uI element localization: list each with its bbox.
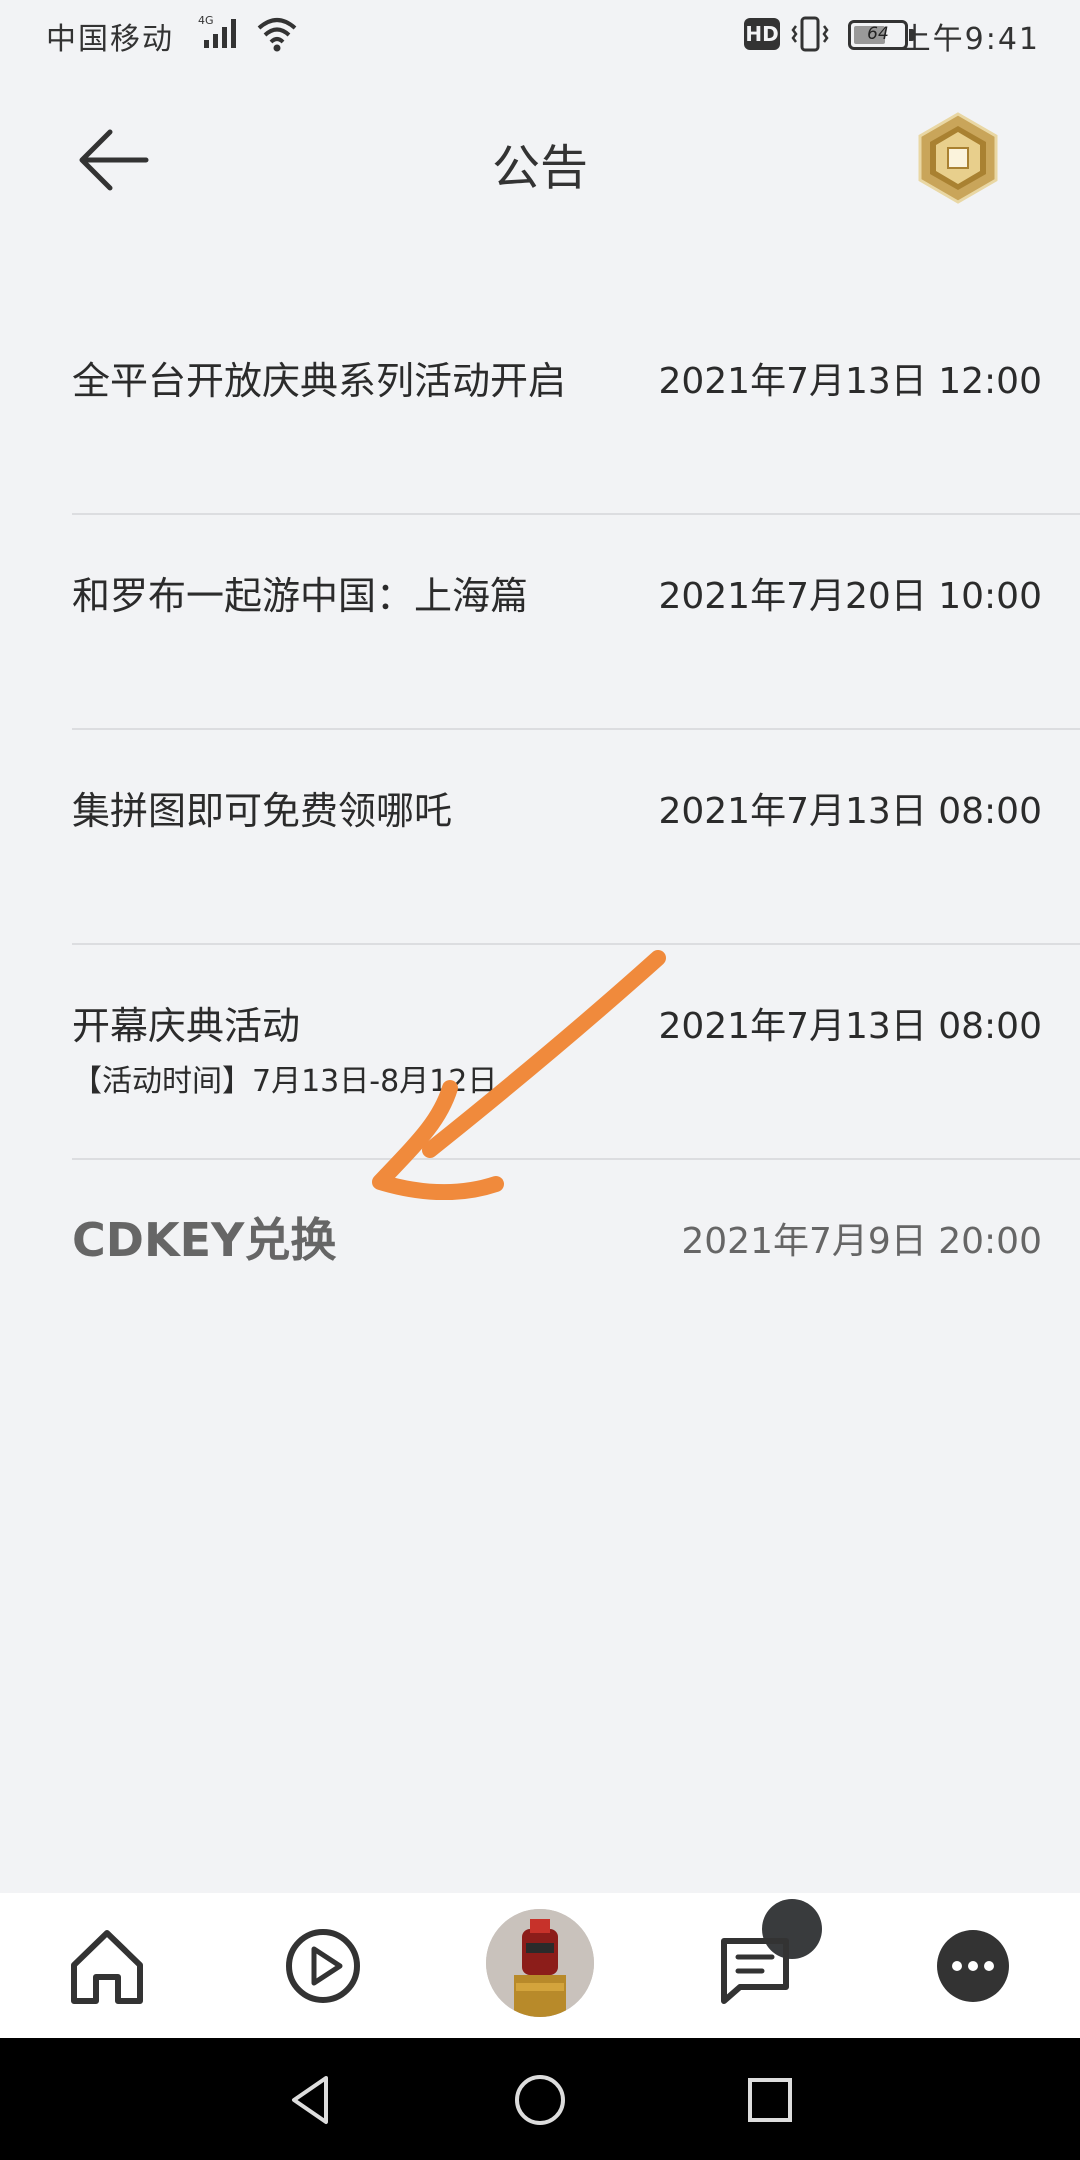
status-bar: 中国移动 4G HD 64 上午9:41 [0, 0, 1080, 70]
announcement-title: 和罗布一起游中国：上海篇 [72, 574, 529, 618]
header: 公告 [0, 90, 1080, 230]
play-icon[interactable] [278, 1921, 368, 2011]
more-icon[interactable] [928, 1921, 1018, 2011]
cellular-signal-icon: 4G [198, 14, 236, 48]
announcement-title: 全平台开放庆典系列活动开启 [72, 359, 567, 403]
home-circle-icon[interactable] [508, 2068, 572, 2132]
announcement-title: 集拼图即可免费领哪吒 [72, 789, 453, 833]
battery-icon: 64 [848, 20, 914, 50]
home-icon[interactable] [62, 1921, 152, 2011]
announcement-item[interactable]: 全平台开放庆典系列活动开启 2021年7月13日 12:00 [0, 300, 1080, 515]
avatar-image [486, 1909, 594, 2017]
announcement-date: 2021年7月13日 12:00 [658, 361, 1042, 402]
battery-level: 64 [867, 24, 889, 44]
recents-square-icon[interactable] [738, 2068, 802, 2132]
back-triangle-icon[interactable] [278, 2068, 342, 2132]
announcement-date: 2021年7月13日 08:00 [658, 791, 1042, 832]
avatar[interactable] [486, 1909, 594, 2017]
announcement-subtitle: 【活动时间】7月13日-8月12日 [72, 1064, 498, 1099]
bottom-nav [0, 1893, 1080, 2038]
clock: 上午9:41 [900, 22, 1040, 57]
carrier-label: 中国移动 [46, 22, 174, 57]
wifi-icon [257, 18, 297, 52]
system-nav-bar [0, 2038, 1080, 2160]
robux-icon[interactable] [910, 110, 1006, 206]
network-type-label: 4G [198, 14, 214, 27]
announcement-date: 2021年7月13日 08:00 [658, 1006, 1042, 1047]
announcement-item[interactable]: 集拼图即可免费领哪吒 2021年7月13日 08:00 [0, 730, 1080, 945]
announcement-list: 全平台开放庆典系列活动开启 2021年7月13日 12:00 和罗布一起游中国：… [0, 300, 1080, 1375]
announcement-title: CDKEY兑换 [72, 1213, 337, 1267]
hd-badge: HD [744, 18, 780, 50]
announcement-item[interactable]: 和罗布一起游中国：上海篇 2021年7月20日 10:00 [0, 515, 1080, 730]
announcement-item[interactable]: 开幕庆典活动 【活动时间】7月13日-8月12日 2021年7月13日 08:0… [0, 945, 1080, 1160]
announcement-title: 开幕庆典活动 [72, 1004, 301, 1048]
announcement-item-cdkey[interactable]: CDKEY兑换 2021年7月9日 20:00 [0, 1160, 1080, 1375]
announcement-date: 2021年7月20日 10:00 [658, 576, 1042, 617]
announcement-date: 2021年7月9日 20:00 [681, 1221, 1042, 1262]
chat-icon[interactable] [710, 1921, 800, 2011]
vibrate-icon [791, 16, 829, 52]
